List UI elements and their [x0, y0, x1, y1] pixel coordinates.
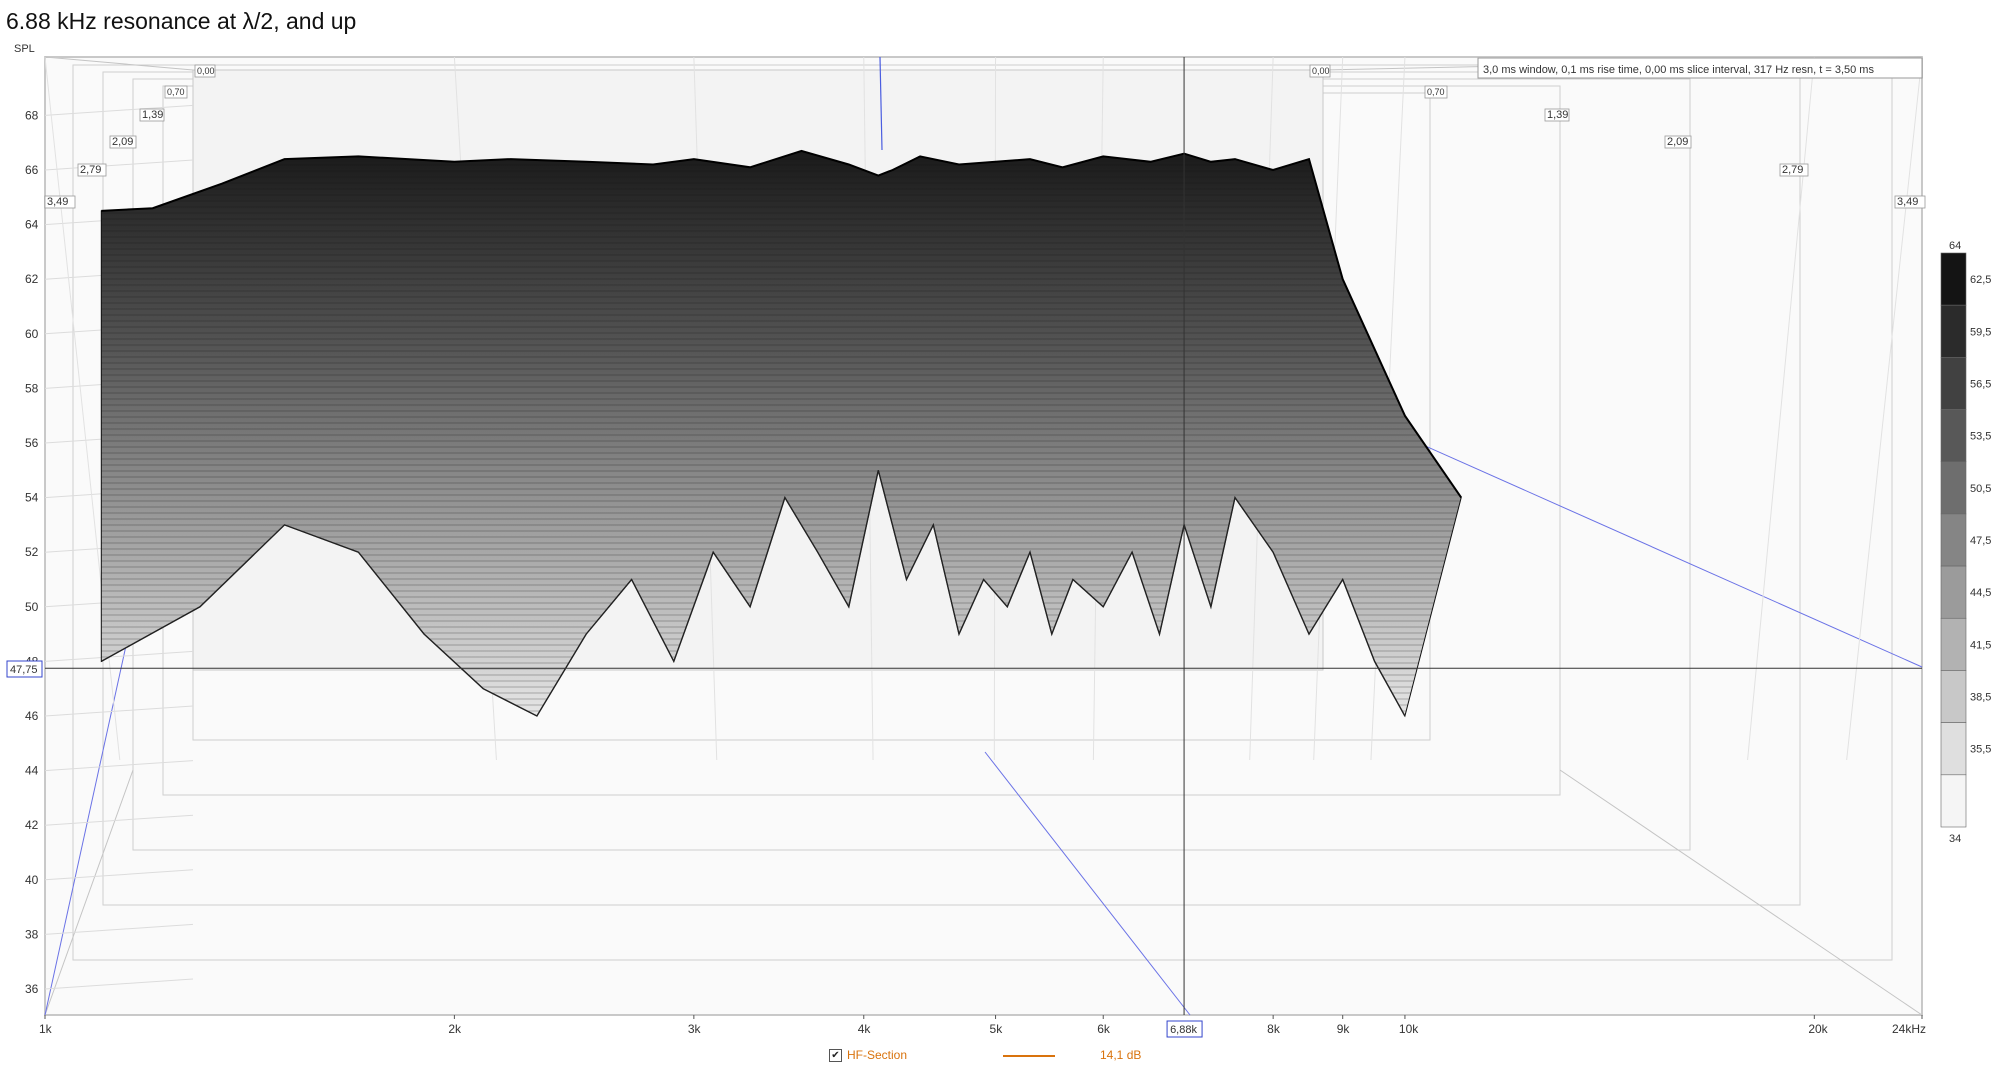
- freq-cursor-readout[interactable]: 6,88k: [1166, 1020, 1203, 1038]
- y-tick-label: 60: [25, 327, 39, 341]
- x-tick-label: 9k: [1337, 1022, 1351, 1036]
- color-scale-label: 34: [1949, 833, 1961, 845]
- color-scale-band: [1940, 357, 1967, 410]
- time-tick-label: 2,09: [112, 136, 133, 148]
- time-tick-label: 3,49: [47, 196, 68, 208]
- hf-section-checkbox[interactable]: ✔: [829, 1049, 842, 1062]
- color-scale-label: 64: [1949, 240, 1961, 252]
- y-tick-label: 52: [25, 545, 39, 559]
- time-tick-label: 2,79: [1782, 164, 1803, 176]
- y-tick-label: 56: [25, 436, 39, 450]
- time-tick-label: 2,79: [80, 164, 101, 176]
- y-tick-label: 66: [25, 163, 39, 177]
- legend-label[interactable]: HF-Section: [847, 1048, 907, 1062]
- color-scale-band: [1940, 304, 1967, 358]
- spl-cursor-value: 47,75: [10, 664, 38, 676]
- color-scale-label: 44,5: [1970, 587, 1991, 599]
- color-scale-label: 41,5: [1970, 639, 1991, 651]
- color-scale-band: [1940, 617, 1967, 671]
- y-tick-label: 64: [25, 218, 39, 232]
- color-scale-band: [1940, 513, 1967, 567]
- color-scale-band: [1940, 409, 1967, 463]
- color-scale-band: [1940, 565, 1967, 619]
- time-tick-label: 1,39: [1547, 109, 1568, 121]
- y-tick-label: 50: [25, 600, 39, 614]
- y-tick-label: 68: [25, 108, 39, 122]
- time-tick-label: 0,70: [1427, 87, 1445, 97]
- time-tick-label: 1,39: [142, 109, 163, 121]
- time-tick-label: 3,49: [1897, 196, 1918, 208]
- color-scale-band: [1940, 252, 1967, 306]
- x-tick-label: 1k: [39, 1022, 53, 1036]
- color-scale-label: 38,5: [1970, 692, 1991, 704]
- x-tick-label: 4k: [858, 1022, 872, 1036]
- y-tick-label: 36: [25, 982, 39, 996]
- x-tick-label: 24kHz: [1892, 1022, 1926, 1036]
- waterfall-chart: 3638404244464850525456586062646668 1k2k3…: [6, 43, 1991, 1038]
- color-scale-label: 35,5: [1970, 744, 1991, 756]
- x-tick-label: 20k: [1808, 1022, 1828, 1036]
- x-tick-label: 5k: [990, 1022, 1004, 1036]
- y-axis: 3638404244464850525456586062646668: [25, 108, 39, 996]
- y-tick-label: 40: [25, 873, 39, 887]
- spl-cursor-readout[interactable]: 47,75: [6, 660, 43, 678]
- x-tick-label: 6k: [1097, 1022, 1111, 1036]
- x-axis: 1k 2k 3k 4k 5k 6k 8k 9k 10k 20k 24kHz: [39, 1015, 1926, 1036]
- color-scale-band: [1940, 670, 1967, 723]
- y-tick-label: 46: [25, 709, 39, 723]
- y-tick-label: 42: [25, 818, 39, 832]
- time-tick-label: 0,00: [197, 66, 215, 76]
- info-text: 3,0 ms window, 0,1 ms rise time, 0,00 ms…: [1483, 64, 1874, 76]
- legend-line-swatch: [1003, 1055, 1055, 1057]
- x-tick-label: 2k: [448, 1022, 462, 1036]
- y-axis-label: SPL: [14, 43, 35, 55]
- color-scale-label: 62,5: [1970, 274, 1991, 286]
- y-tick-label: 58: [25, 381, 39, 395]
- x-tick-label: 10k: [1399, 1022, 1419, 1036]
- color-scale-label: 50,5: [1970, 483, 1991, 495]
- color-scale-bar: 64 62,5 59,5 56,5 53,5 50,5 47,5 44,5 41,5 38,5 35…: [1940, 240, 1991, 845]
- info-box: 3,0 ms window, 0,1 ms rise time, 0,00 ms…: [1477, 57, 1923, 79]
- x-tick-label: 8k: [1267, 1022, 1281, 1036]
- freq-cursor-value: 6,88k: [1170, 1024, 1197, 1036]
- color-scale-label: 56,5: [1970, 378, 1991, 390]
- y-tick-label: 62: [25, 272, 39, 286]
- time-tick-label: 2,09: [1667, 136, 1688, 148]
- time-tick-label: 0,70: [167, 87, 185, 97]
- color-scale-label: 47,5: [1970, 535, 1991, 547]
- color-scale-label: 53,5: [1970, 431, 1991, 443]
- color-scale-band: [1940, 774, 1967, 828]
- y-tick-label: 44: [25, 764, 39, 778]
- y-tick-label: 38: [25, 927, 39, 941]
- color-scale-band: [1940, 461, 1967, 515]
- x-tick-label: 3k: [688, 1022, 702, 1036]
- y-tick-label: 54: [25, 491, 39, 505]
- color-scale-band: [1940, 722, 1967, 776]
- legend-value: 14,1 dB: [1100, 1048, 1142, 1062]
- color-scale-label: 59,5: [1970, 326, 1991, 338]
- time-tick-label: 0,00: [1312, 66, 1330, 76]
